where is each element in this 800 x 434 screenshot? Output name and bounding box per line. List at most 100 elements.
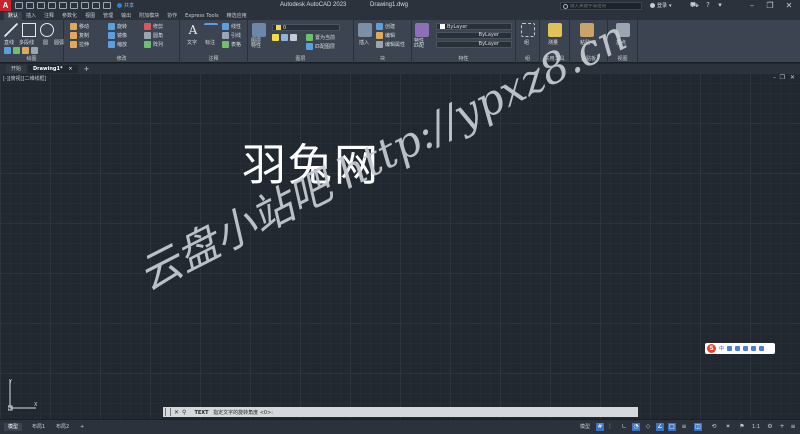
panel-title-draw[interactable]: 绘图 [0, 55, 63, 62]
plus-icon[interactable]: + [778, 423, 786, 431]
ime-toolbar[interactable]: S 中 [705, 343, 775, 354]
layer-dropdown[interactable]: 0 [272, 24, 340, 31]
ime-keyboard-icon[interactable] [743, 346, 749, 351]
add-layout-button[interactable]: + [76, 423, 88, 431]
layer-properties-icon[interactable] [252, 23, 266, 37]
lineweight-icon[interactable]: ≡ [680, 423, 688, 431]
annotation-scale[interactable]: 1:1 [752, 423, 760, 431]
match-properties-icon[interactable] [415, 23, 429, 37]
annotation-visibility-icon[interactable]: ✶ [724, 423, 732, 431]
polar-tracking-icon[interactable]: ◔ [632, 423, 640, 431]
tab-annotate[interactable]: 注释 [40, 12, 58, 20]
grid-icon[interactable]: # [596, 423, 604, 431]
line-icon[interactable] [4, 23, 18, 37]
ime-menu-icon[interactable] [759, 346, 765, 351]
tab-layout1[interactable]: 布局1 [28, 423, 49, 431]
table-button[interactable]: 表格 [222, 41, 241, 48]
rectangle-icon[interactable] [4, 47, 11, 54]
customize-icon[interactable]: ⚲ [182, 409, 186, 416]
minimize-window-button[interactable]: – [744, 0, 760, 11]
plot-icon[interactable] [81, 2, 89, 9]
array-button[interactable]: 阵列 [144, 41, 163, 48]
application-menu-button[interactable]: A [0, 0, 11, 11]
insert-block-button[interactable]: 插入 [359, 39, 369, 46]
group-icon[interactable] [521, 23, 535, 37]
copy-button[interactable]: 复制 [70, 32, 89, 39]
cart-icon[interactable]: ⛟ [690, 1, 699, 9]
close-tab-icon[interactable]: × [68, 66, 72, 72]
leader-button[interactable]: 引线 [222, 32, 241, 39]
new-tab-button[interactable]: + [80, 65, 94, 73]
customize-menu-icon[interactable]: ≡ [789, 423, 797, 431]
rotate-button[interactable]: 旋转 [108, 23, 127, 30]
auto-scale-icon[interactable]: ⚑ [738, 423, 746, 431]
help-icon[interactable]: ? [704, 1, 712, 9]
tab-home[interactable]: 默认 [4, 12, 23, 20]
linear-button[interactable]: 线性 [222, 23, 241, 30]
open-file-icon[interactable] [26, 2, 34, 9]
trim-button[interactable]: 修剪 [144, 23, 163, 30]
tab-express-tools[interactable]: Express Tools [181, 12, 222, 20]
command-line[interactable]: ✕ ⚲ TEXT 指定文字的旋转角度 <0>: [163, 407, 638, 417]
ortho-icon[interactable]: ∟ [620, 423, 628, 431]
tab-output[interactable]: 输出 [117, 12, 135, 20]
match-properties-button[interactable]: 特性 匹配 [414, 39, 424, 49]
isodraft-icon[interactable]: ◇ [644, 423, 652, 431]
edit-block-button[interactable]: 编辑 [376, 32, 395, 39]
save-icon[interactable] [37, 2, 45, 9]
layer-properties-button[interactable]: 图层 特性 [251, 39, 261, 49]
viewport-close-icon[interactable]: ✕ [790, 74, 795, 81]
command-line-grip[interactable] [165, 408, 171, 416]
ellipse-icon[interactable] [22, 47, 29, 54]
tab-drawing1[interactable]: Drawing1* × [28, 65, 78, 73]
polyline-icon[interactable] [22, 23, 36, 37]
text-button[interactable]: 文字 [187, 39, 197, 46]
viewport-minimize-icon[interactable]: – [773, 74, 776, 81]
scale-button[interactable]: 缩放 [108, 41, 127, 48]
panel-title-block[interactable]: 块 [354, 55, 411, 62]
command-prompt[interactable]: TEXT 指定文字的旋转角度 <0>: [194, 409, 273, 416]
hatch-icon[interactable] [13, 47, 20, 54]
viewport-restore-icon[interactable]: ❐ [780, 74, 785, 81]
tab-addins[interactable]: 附加模块 [135, 12, 163, 20]
panel-title-layers[interactable]: 图层 [248, 55, 353, 62]
make-current-button[interactable]: 置为当前 [306, 34, 335, 41]
new-file-icon[interactable] [15, 2, 23, 9]
tab-start[interactable]: 开始 [6, 65, 27, 73]
redo-icon[interactable] [103, 2, 111, 9]
ime-skin-icon[interactable] [751, 346, 757, 351]
arc-button[interactable]: 圆弧 [54, 39, 64, 46]
ime-microphone-icon[interactable] [735, 346, 741, 351]
panel-title-annotation[interactable]: 注释 [180, 55, 247, 62]
tab-parametric[interactable]: 参数化 [58, 12, 81, 20]
line-button[interactable]: 直线 [4, 39, 14, 46]
restore-window-button[interactable]: ❐ [762, 0, 778, 11]
panel-title-modify[interactable]: 修改 [64, 55, 179, 62]
text-icon[interactable]: A [186, 23, 200, 37]
tab-model[interactable]: 模型 [4, 423, 23, 431]
linetype-dropdown[interactable]: ByLayer [436, 32, 512, 39]
layer-freeze-icon[interactable] [281, 34, 288, 41]
stretch-button[interactable]: 拉伸 [70, 41, 89, 48]
tab-featured-apps[interactable]: 精选应用 [223, 12, 251, 20]
tab-collaborate[interactable]: 协作 [163, 12, 181, 20]
create-block-button[interactable]: 创建 [376, 23, 395, 30]
mirror-button[interactable]: 镜像 [108, 32, 127, 39]
drawing-canvas[interactable]: [-][俯视][二维线框] – ❐ ✕ 羽兔网 云盘小站吧 http://ypx… [0, 11, 800, 419]
lineweight-dropdown[interactable]: ByLayer [436, 41, 512, 48]
object-snap-tracking-icon[interactable]: ∠ [656, 423, 664, 431]
circle-button[interactable]: 圆 [43, 39, 48, 46]
save-as-icon[interactable] [48, 2, 56, 9]
tab-insert[interactable]: 插入 [22, 12, 40, 20]
dimension-icon[interactable] [204, 23, 218, 37]
match-layer-button[interactable]: 匹配图层 [306, 43, 335, 50]
tab-view[interactable]: 视图 [81, 12, 99, 20]
viewport-controls-label[interactable]: [-][俯视][二维线框] [3, 75, 47, 82]
model-space-toggle[interactable]: 模型 [580, 423, 590, 431]
move-button[interactable]: 移动 [70, 23, 89, 30]
close-window-button[interactable]: ✕ [781, 0, 797, 11]
undo-icon[interactable] [92, 2, 100, 9]
ime-language[interactable]: 中 [719, 345, 724, 352]
cloud-open-icon[interactable] [59, 2, 67, 9]
fillet-button[interactable]: 圆角 [144, 32, 163, 39]
